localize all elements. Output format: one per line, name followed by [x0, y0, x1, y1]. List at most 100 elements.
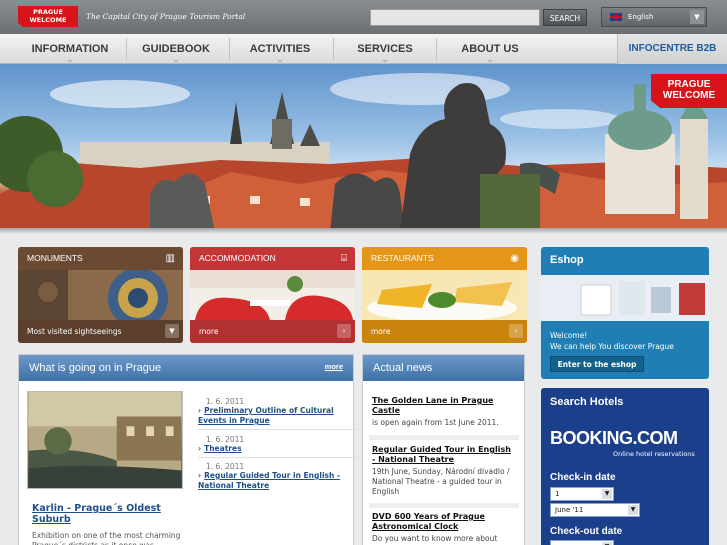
prague-panorama-image	[0, 73, 727, 232]
nav-item-activities[interactable]: ACTIVITIES	[230, 34, 330, 64]
chevron-down-icon[interactable]: ▼	[690, 10, 704, 24]
event-item: 1. 6. 2011 › Preliminary Outline of Cultu…	[198, 397, 358, 426]
whats-on-more-link[interactable]: more	[325, 355, 343, 379]
event-link[interactable]: › Theatres	[198, 444, 358, 454]
nav-item-infocentre-b2b[interactable]: INFOCENTRE B2B	[617, 34, 727, 64]
top-bar: PRAGUE WELCOME The Capital City of Pragu…	[0, 0, 727, 34]
search-hotels-box: Search Hotels BOOKING.COM Online hotel r…	[541, 388, 709, 545]
nav-item-about-us[interactable]: ABOUT US	[437, 34, 543, 64]
news-text: Do you want to know more about	[372, 534, 498, 543]
nav-dropdown-indicator-icon	[487, 60, 493, 63]
main-nav: INFORMATION GUIDEBOOK ACTIVITIES SERVICE…	[0, 34, 727, 64]
eshop-welcome: Welcome!	[550, 331, 588, 340]
search-input[interactable]	[370, 9, 540, 26]
eshop-box: Eshop Welcome! We can help You discover …	[541, 247, 709, 379]
hero-banner: PRAGUE WELCOME	[0, 64, 727, 232]
whats-on-panel: What is going on in Prague more Karlin -…	[18, 354, 358, 545]
uk-flag-icon	[610, 13, 622, 21]
eshop-title: Eshop	[550, 254, 584, 266]
tile-footer-label: Most visited sightseeings	[27, 327, 122, 336]
bed-icon: ⌸	[341, 253, 347, 264]
nav-dropdown-indicator-icon	[382, 60, 388, 63]
whats-on-header: What is going on in Prague more	[19, 355, 353, 381]
chevron-right-icon[interactable]: ›	[509, 324, 523, 338]
chevron-right-icon[interactable]: ›	[337, 324, 351, 338]
nav-item-guidebook[interactable]: GUIDEBOOK	[127, 34, 225, 64]
monuments-tile-footer[interactable]: Most visited sightseeings ▼	[18, 320, 183, 343]
divider	[198, 429, 358, 430]
nav-item-services[interactable]: SERVICES	[334, 34, 436, 64]
search-hotels-title: Search Hotels	[550, 396, 624, 408]
arrow-right-icon: ›	[198, 471, 202, 480]
logo-text-line1: PRAGUE	[33, 8, 63, 16]
news-title-link[interactable]: Regular Guided Tour in English - Nationa…	[372, 445, 514, 465]
checkin-month-select[interactable]: June '11 ▼	[550, 503, 640, 517]
whats-on-title: What is going on in Prague	[29, 362, 162, 374]
logo-text-line2: WELCOME	[29, 16, 67, 24]
feature-article-description: Exhibition on one of the most charming P…	[32, 531, 181, 545]
nav-item-information[interactable]: INFORMATION	[18, 34, 122, 64]
karlin-painting-image[interactable]	[27, 391, 183, 489]
chevron-down-icon[interactable]: ▼	[602, 489, 612, 499]
prague-welcome-badge: PRAGUE WELCOME	[651, 74, 727, 108]
news-panel: Actual news The Golden Lane in Prague Ca…	[362, 354, 525, 545]
event-link[interactable]: › Regular Guided Tour in English - Nation…	[198, 471, 358, 491]
nav-dropdown-indicator-icon	[173, 60, 179, 63]
feature-article-link[interactable]: Karlin - Prague´s Oldest Suburb	[32, 503, 182, 525]
news-header: Actual news	[363, 355, 524, 381]
chevron-down-icon[interactable]: ▼	[628, 505, 638, 515]
news-item: The Golden Lane in Prague Castle is open…	[372, 396, 514, 428]
tile-footer-label: more	[371, 327, 391, 336]
checkin-label: Check-in date	[550, 472, 616, 483]
eshop-description: Welcome! We can help You discover Prague	[550, 330, 674, 352]
event-date: 1. 6. 2011	[206, 435, 245, 444]
event-item: 1. 6. 2011 › Theatres	[198, 435, 358, 454]
hero-shadow	[0, 228, 727, 234]
checkin-month-value: June '11	[555, 506, 584, 514]
event-link[interactable]: › Preliminary Outline of Cultural Events …	[198, 406, 358, 426]
event-item: 1. 6. 2011 › Regular Guided Tour in Engli…	[198, 462, 358, 491]
booking-logo[interactable]: BOOKING.COM	[550, 428, 678, 449]
event-date: 1. 6. 2011	[206, 462, 245, 471]
search-button[interactable]: SEARCH	[543, 9, 587, 26]
arrow-right-icon: ›	[198, 406, 202, 415]
language-value: English	[628, 13, 654, 21]
restaurants-tile-footer[interactable]: more ›	[362, 320, 527, 343]
news-title-link[interactable]: The Golden Lane in Prague Castle	[372, 396, 514, 416]
chevron-down-icon[interactable]: ▼	[165, 324, 179, 338]
eshop-text: We can help You discover Prague	[550, 342, 674, 351]
monuments-tile[interactable]: MONUMENTS ▥ Most visited sightseeings ▼	[18, 247, 183, 343]
tile-footer-label: more	[199, 327, 219, 336]
food-image	[362, 270, 527, 320]
hotel-room-image	[190, 270, 355, 320]
divider	[369, 435, 519, 440]
arrow-right-icon: ›	[198, 444, 202, 453]
badge-text-line2: WELCOME	[662, 90, 716, 101]
divider	[369, 503, 519, 508]
accommodation-tile-footer[interactable]: more ›	[190, 320, 355, 343]
enter-eshop-button[interactable]: Enter to the eshop	[550, 356, 644, 372]
news-text: is open again from 1st June 2011.	[372, 418, 499, 427]
site-tagline: The Capital City of Prague Tourism Porta…	[86, 12, 246, 21]
news-title-link[interactable]: DVD 600 Years of Prague Astronomical Clo…	[372, 512, 514, 532]
language-select[interactable]: English ▼	[601, 7, 707, 27]
restaurants-tile[interactable]: RESTAURANTS ◉ more ›	[362, 247, 527, 343]
divider	[198, 457, 358, 458]
nav-dropdown-indicator-icon	[67, 60, 73, 63]
booking-subtitle: Online hotel reservations	[613, 450, 695, 458]
news-text: 19th June, Sunday, Národní divadlo / Nat…	[372, 467, 510, 496]
badge-text-line1: PRAGUE	[667, 79, 711, 90]
dish-icon: ◉	[510, 253, 519, 264]
astronomical-clock-image	[18, 270, 183, 320]
nav-dropdown-indicator-icon	[277, 60, 283, 63]
event-date: 1. 6. 2011	[206, 397, 245, 406]
prague-welcome-logo[interactable]: PRAGUE WELCOME	[18, 6, 78, 27]
checkout-label: Check-out date	[550, 526, 623, 537]
accommodation-tile[interactable]: ACCOMMODATION ⌸ more ›	[190, 247, 355, 343]
checkin-day-select[interactable]: 1 ▼	[550, 487, 614, 501]
checkout-day-select[interactable]: ▼	[550, 540, 614, 545]
eshop-products-image	[541, 275, 709, 321]
news-item: Regular Guided Tour in English - Nationa…	[372, 445, 514, 497]
news-item: DVD 600 Years of Prague Astronomical Clo…	[372, 512, 514, 544]
checkin-day-value: 1	[555, 490, 560, 498]
